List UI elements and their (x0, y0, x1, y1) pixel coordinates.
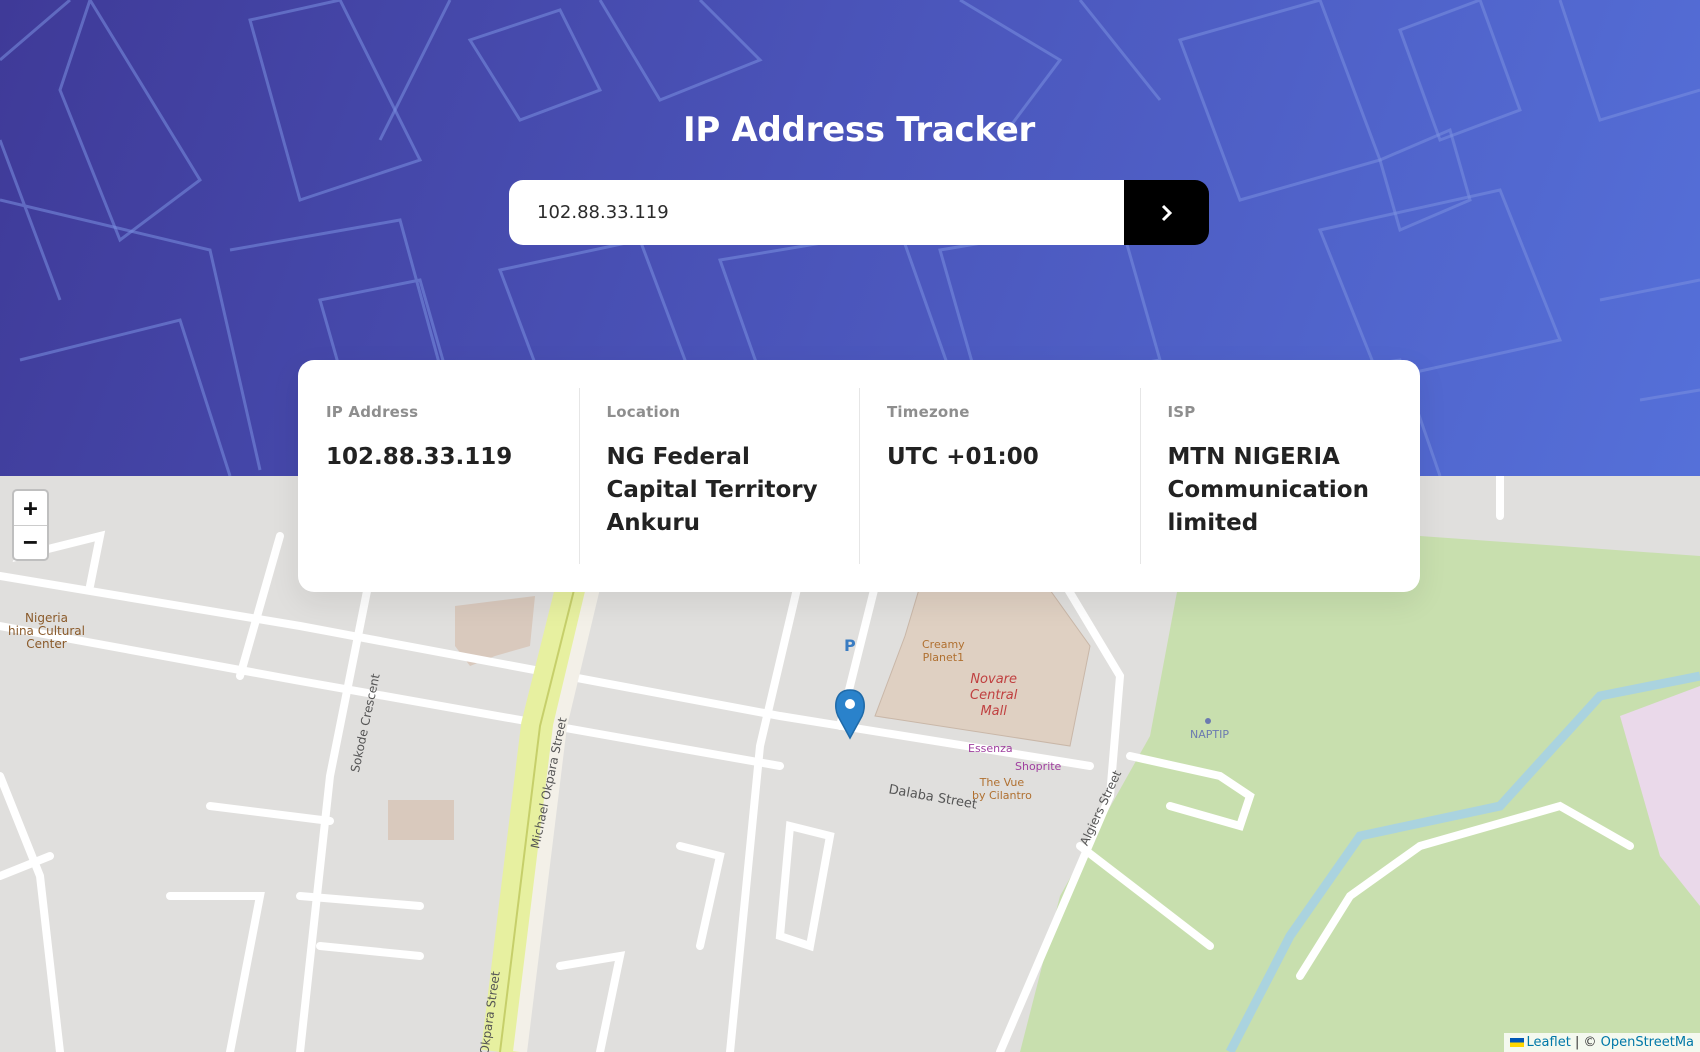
map-label-vue-2: by Cilantro (972, 789, 1032, 802)
chevron-right-icon (1161, 204, 1172, 221)
map-label-mall-1: Novare (970, 672, 1018, 687)
ip-info-card: IP Address 102.88.33.119 Location NG Fed… (298, 360, 1420, 592)
map-label-shoprite: Shoprite (1015, 760, 1062, 773)
isp-label: ISP (1167, 403, 1196, 421)
leaflet-link[interactable]: Leaflet (1527, 1035, 1571, 1050)
map-label-naptip: NAPTIP (1190, 728, 1229, 741)
map-label-essenza: Essenza (968, 742, 1013, 755)
isp-section: ISP MTN NIGERIA Communication limited (1139, 388, 1421, 564)
timezone-value: UTC +01:00 (887, 444, 1039, 470)
ip-search-input[interactable] (509, 180, 1124, 245)
location-value: NG Federal Capital Territory Ankuru (606, 444, 818, 536)
map-label-vue-1: The Vue (979, 776, 1025, 789)
zoom-in-button[interactable]: + (14, 491, 47, 525)
ukraine-flag-icon (1509, 1038, 1524, 1047)
openstreetmap-link[interactable]: OpenStreetMa (1601, 1035, 1694, 1050)
attribution-separator: | © (1570, 1035, 1601, 1050)
building (388, 800, 454, 840)
parking-label: P (844, 636, 856, 655)
map-label-mall-2: Central (970, 688, 1018, 703)
ip-address-label: IP Address (326, 403, 419, 421)
timezone-label: Timezone (887, 403, 970, 421)
search-submit-button[interactable] (1124, 180, 1209, 245)
mall-building (874, 575, 1091, 747)
ip-address-value: 102.88.33.119 (326, 444, 513, 470)
isp-value: MTN NIGERIA Communication limited (1167, 444, 1369, 536)
map-zoom-control: + − (12, 489, 49, 561)
map-label-creamy-1: Creamy (922, 638, 965, 651)
page-title: IP Address Tracker (683, 110, 1035, 150)
timezone-section: Timezone UTC +01:00 (859, 388, 1140, 564)
map-label-creamy-2: Planet1 (922, 651, 965, 664)
map-label-mall-3: Mall (980, 704, 1007, 719)
search-form (509, 180, 1209, 245)
zoom-out-button[interactable]: − (14, 524, 47, 560)
map-label-cultural-center-3: Center (26, 637, 67, 651)
location-label: Location (606, 403, 681, 421)
map-attribution: Leaflet | © OpenStreetMa (1503, 1033, 1700, 1052)
ip-address-section: IP Address 102.88.33.119 (298, 388, 579, 564)
park-area (1020, 536, 1700, 1052)
location-section: Location NG Federal Capital Territory An… (578, 388, 860, 564)
